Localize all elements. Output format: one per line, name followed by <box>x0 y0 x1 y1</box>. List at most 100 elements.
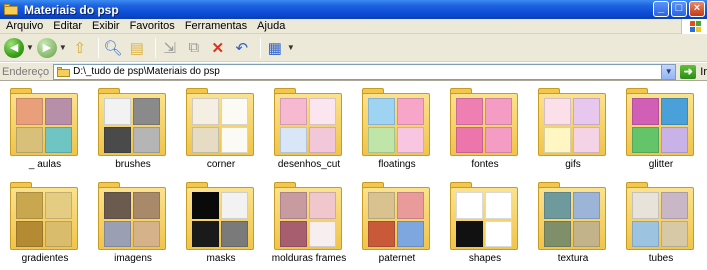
folder-preview-image <box>544 98 571 125</box>
menu-exibir[interactable]: Exibir <box>87 19 125 33</box>
menu-ajuda[interactable]: Ajuda <box>252 19 290 33</box>
title-bar[interactable]: Materiais do psp _ □ × <box>0 0 707 19</box>
folder-preview-image <box>309 220 336 247</box>
folder-preview-image <box>397 98 424 125</box>
folder-preview-image <box>368 220 395 247</box>
folder-icon <box>57 66 71 77</box>
folder-label: glitter <box>648 159 674 170</box>
folder-item[interactable]: textura <box>530 178 616 268</box>
folder-thumbnail-icon <box>10 182 78 250</box>
folder-preview-image <box>104 126 131 153</box>
maximize-button[interactable]: □ <box>671 1 687 17</box>
chevron-down-icon[interactable]: ▼ <box>661 64 676 79</box>
menu-editar[interactable]: Editar <box>48 19 87 33</box>
folder-label: gifs <box>565 159 581 170</box>
folder-preview-image <box>309 126 336 153</box>
folder-item[interactable]: molduras frames <box>266 178 352 268</box>
folder-preview-image <box>221 220 248 247</box>
folder-label: fontes <box>471 159 499 170</box>
folder-item[interactable]: corner <box>178 84 264 174</box>
close-button[interactable]: × <box>689 1 705 17</box>
folder-thumbnail-icon <box>626 182 694 250</box>
folder-preview-image <box>632 98 659 125</box>
address-label: Endereço <box>2 65 50 78</box>
folder-thumbnail-icon <box>98 88 166 156</box>
folder-preview-image <box>661 192 688 219</box>
folder-preview-image <box>221 126 248 153</box>
folder-thumbnail-icon <box>186 88 254 156</box>
folder-preview-image <box>221 192 248 219</box>
folder-item[interactable]: imagens <box>90 178 176 268</box>
folder-preview-image <box>397 192 424 219</box>
folder-preview-image <box>661 98 688 125</box>
folder-item[interactable]: desenhos_cut <box>266 84 352 174</box>
folder-preview-image <box>456 220 483 247</box>
folder-item[interactable]: gifs <box>530 84 616 174</box>
folder-item[interactable]: _ aulas <box>2 84 88 174</box>
folder-thumbnail-icon <box>362 88 430 156</box>
folder-preview-image <box>573 126 600 153</box>
folder-thumbnail-icon <box>274 182 342 250</box>
folder-preview-image <box>485 220 512 247</box>
menu-favoritos[interactable]: Favoritos <box>125 19 180 33</box>
folder-preview-image <box>280 192 307 219</box>
back-button[interactable]: ◄ ▼ <box>4 36 34 60</box>
folder-icon <box>4 4 18 15</box>
folder-item[interactable]: gradientes <box>2 178 88 268</box>
chevron-down-icon[interactable]: ▼ <box>287 43 295 52</box>
folder-preview-image <box>133 98 160 125</box>
toolbar-separator <box>259 37 261 58</box>
folder-preview-image <box>632 220 659 247</box>
folder-label: masks <box>206 253 236 264</box>
folder-thumbnail-icon <box>10 88 78 156</box>
minimize-button[interactable]: _ <box>653 1 669 17</box>
folder-item[interactable]: masks <box>178 178 264 268</box>
copy-to-icon[interactable]: ⧉ <box>184 38 204 58</box>
folder-item[interactable]: glitter <box>618 84 704 174</box>
folder-preview-image <box>397 126 424 153</box>
folder-view[interactable]: _ aulas brushes corner desenhos_cut floating… <box>0 82 707 270</box>
go-button[interactable]: ➜ Ir <box>680 64 707 79</box>
folder-preview-image <box>573 192 600 219</box>
views-button[interactable]: ▦ ▼ <box>265 36 295 60</box>
delete-icon[interactable]: ✕ <box>208 38 228 58</box>
forward-button[interactable]: ► ▼ <box>36 36 67 60</box>
forward-arrow-icon: ► <box>36 37 57 58</box>
folder-preview-image <box>280 126 307 153</box>
folder-item[interactable]: paternet <box>354 178 440 268</box>
folder-preview-image <box>16 220 43 247</box>
folder-preview-image <box>104 192 131 219</box>
toolbar-separator <box>97 37 99 58</box>
folder-item[interactable]: floatings <box>354 84 440 174</box>
folder-label: corner <box>206 159 236 170</box>
search-icon[interactable]: 🔍︎ <box>103 38 123 58</box>
folder-preview-image <box>45 192 72 219</box>
menu-ferramentas[interactable]: Ferramentas <box>180 19 252 33</box>
folder-item[interactable]: fontes <box>442 84 528 174</box>
folder-preview-image <box>544 220 571 247</box>
toolbar: ◄ ▼ ► ▼ ⇧ 🔍︎ ▤ ⇲ ⧉ ✕ ↶ ▦ ▼ <box>0 34 707 62</box>
folder-label: _ aulas <box>28 159 62 170</box>
folders-icon[interactable]: ▤ <box>127 38 147 58</box>
folder-label: tubes <box>648 253 674 264</box>
chevron-down-icon[interactable]: ▼ <box>59 43 67 52</box>
move-to-icon[interactable]: ⇲ <box>160 38 180 58</box>
views-icon: ▦ <box>267 39 282 57</box>
folder-label: shapes <box>468 253 502 264</box>
address-bar: Endereço D:\_tudo de psp\Materiais do ps… <box>0 63 707 81</box>
folder-preview-image <box>632 126 659 153</box>
folder-preview-image <box>192 192 219 219</box>
folder-thumbnail-icon <box>538 182 606 250</box>
menu-arquivo[interactable]: Arquivo <box>1 19 48 33</box>
folder-item[interactable]: shapes <box>442 178 528 268</box>
folder-preview-image <box>192 126 219 153</box>
undo-icon[interactable]: ↶ <box>232 38 252 58</box>
folder-preview-image <box>485 126 512 153</box>
folder-up-icon[interactable]: ⇧ <box>70 38 90 58</box>
chevron-down-icon[interactable]: ▼ <box>26 43 34 52</box>
folder-preview-image <box>309 192 336 219</box>
folder-preview-image <box>45 98 72 125</box>
address-input[interactable]: D:\_tudo de psp\Materiais do psp ▼ <box>53 63 677 80</box>
folder-item[interactable]: tubes <box>618 178 704 268</box>
folder-item[interactable]: brushes <box>90 84 176 174</box>
